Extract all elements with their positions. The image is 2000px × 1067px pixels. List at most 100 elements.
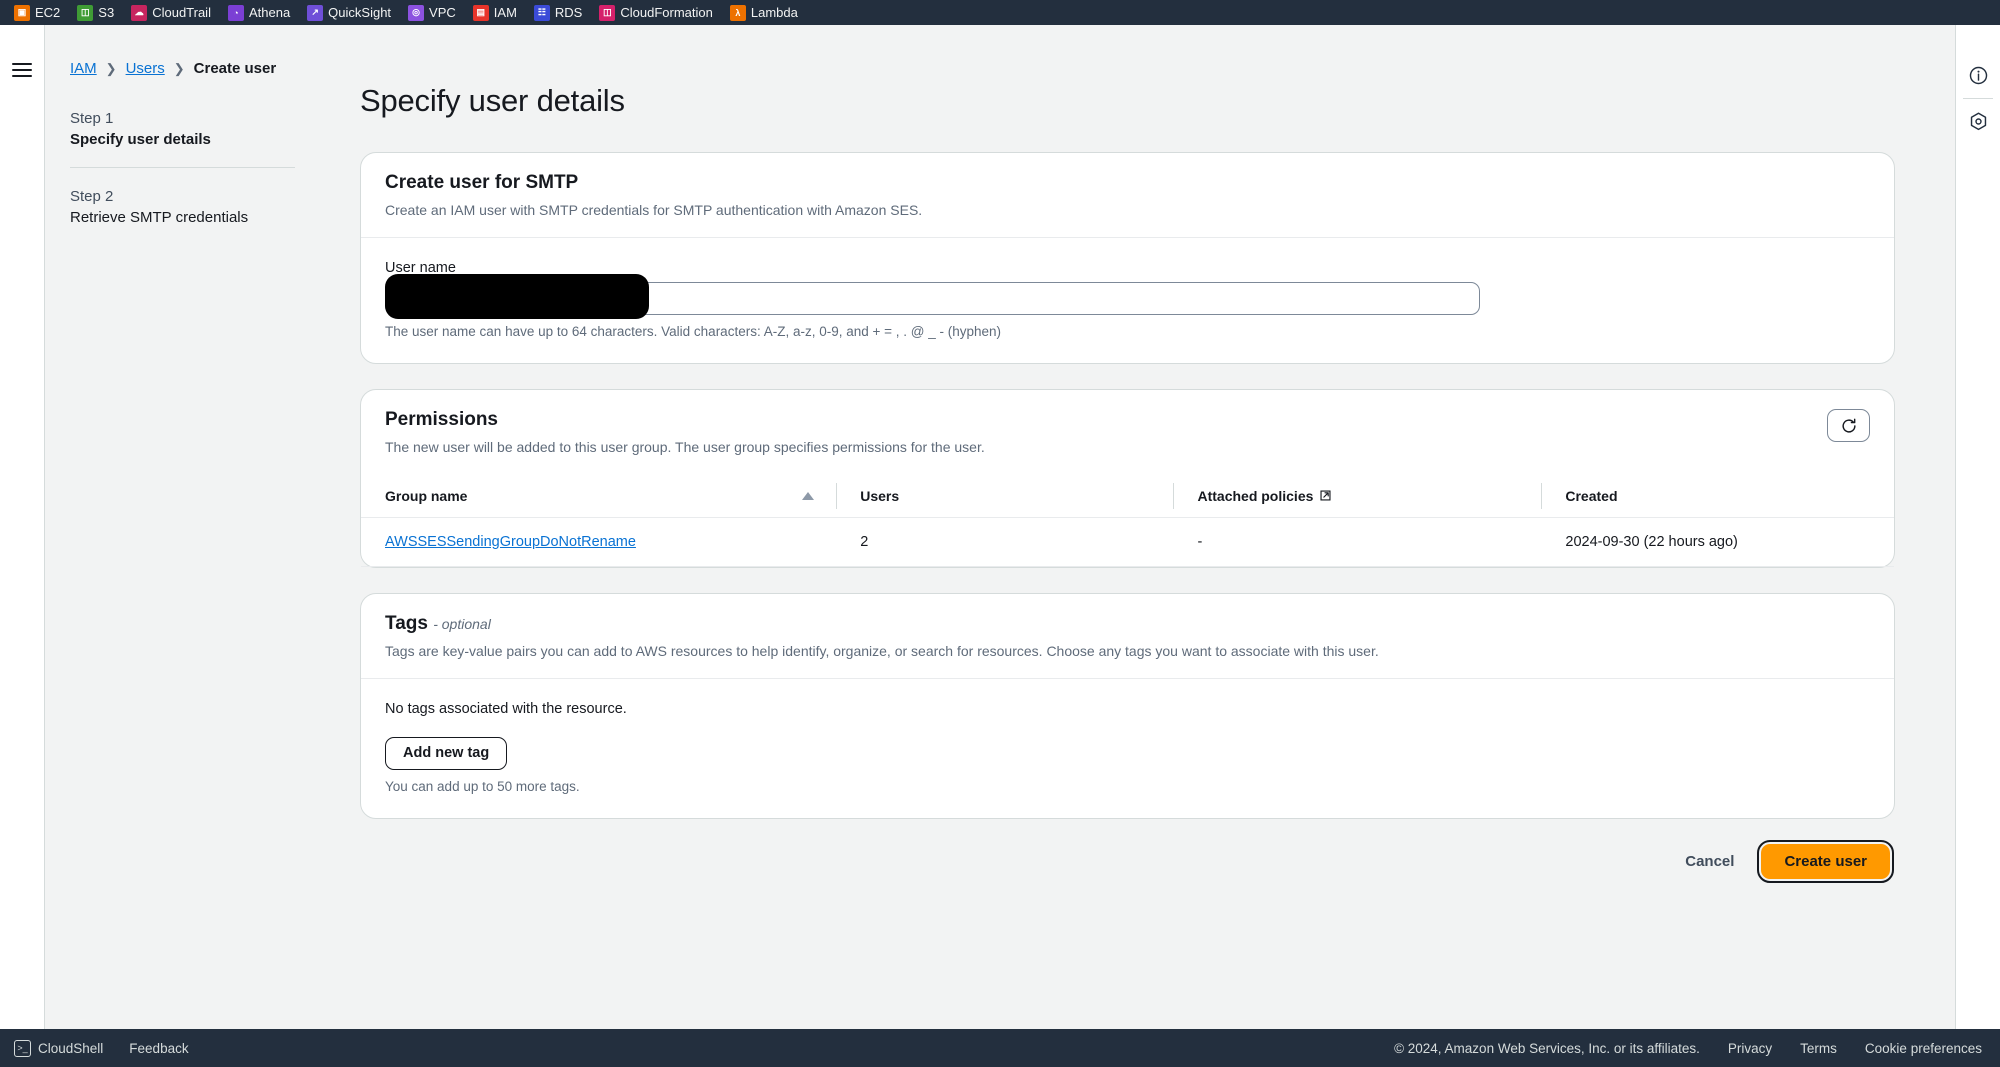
column-label: Group name: [385, 487, 468, 504]
table-header-row: Group name Users Attached policies Creat…: [361, 474, 1894, 518]
column-label: Created: [1565, 487, 1618, 504]
permissions-panel-description: The new user will be added to this user …: [385, 439, 985, 456]
column-header-group-name[interactable]: Group name: [361, 474, 837, 518]
bookmark-label: S3: [98, 5, 115, 20]
bookmark-quicksight[interactable]: ↗ QuickSight: [307, 4, 391, 21]
smtp-panel-description: Create an IAM user with SMTP credentials…: [385, 202, 923, 218]
tags-panel-body: No tags associated with the resource. Ad…: [361, 677, 1894, 818]
quicksight-icon: ↗: [307, 4, 324, 21]
create-user-smtp-panel: Create user for SMTP Create an IAM user …: [360, 152, 1895, 365]
iam-icon: ▤: [472, 4, 489, 21]
breadcrumb-users[interactable]: Users: [126, 60, 165, 77]
username-input-wrapper: [385, 274, 1870, 320]
feedback-link[interactable]: Feedback: [129, 1041, 188, 1056]
cell-users: 2: [836, 517, 1174, 567]
cookie-preferences-link[interactable]: Cookie preferences: [1865, 1041, 1982, 1056]
sort-ascending-icon: [802, 491, 815, 500]
column-header-attached-policies[interactable]: Attached policies: [1173, 474, 1542, 518]
external-link-icon: [1320, 490, 1331, 501]
lambda-icon: λ: [729, 4, 746, 21]
smtp-panel-header: Create user for SMTP Create an IAM user …: [361, 153, 1894, 239]
bookmark-cloudformation[interactable]: ◫ CloudFormation: [599, 4, 713, 21]
bookmark-label: RDS: [554, 5, 583, 20]
cancel-button[interactable]: Cancel: [1685, 853, 1734, 870]
cloudshell-terminal-icon: >_: [14, 1039, 31, 1057]
username-label: User name: [385, 260, 456, 277]
info-panel-button[interactable]: [1956, 53, 2000, 98]
app-shell: IAM ❯ Users ❯ Create user Step 1 Specify…: [0, 25, 2000, 1029]
cloudformation-icon: ◫: [599, 4, 616, 21]
cloudshell-label: CloudShell: [38, 1040, 104, 1056]
settings-hex-icon: [1970, 112, 1986, 131]
bookmark-label: Athena: [248, 5, 291, 20]
left-navigation-rail: [0, 25, 45, 1029]
athena-icon: ◔: [227, 4, 244, 21]
wizard-actions: Cancel Create user: [360, 839, 1895, 883]
group-name-link[interactable]: AWSSESSendingGroupDoNotRename: [385, 534, 636, 550]
table-row: AWSSESSendingGroupDoNotRename 2 - 2024-0…: [361, 517, 1894, 567]
cell-group-name: AWSSESSendingGroupDoNotRename: [361, 517, 837, 567]
bookmark-label: IAM: [493, 5, 517, 20]
s3-icon: ◫: [77, 4, 94, 21]
bookmark-label: Lambda: [750, 5, 798, 20]
wizard-step-2[interactable]: Step 2 Retrieve SMTP credentials: [70, 188, 295, 245]
cloudshell-button[interactable]: >_ CloudShell: [14, 1039, 104, 1057]
username-input[interactable]: [385, 282, 1480, 316]
username-field-group: User name The user name can have up to 6…: [361, 238, 1894, 363]
create-user-button[interactable]: Create user: [1757, 839, 1894, 883]
column-header-created[interactable]: Created: [1541, 474, 1894, 518]
terms-link[interactable]: Terms: [1800, 1041, 1837, 1056]
step-1-number: Step 1: [70, 110, 114, 127]
breadcrumb-current: Create user: [193, 60, 277, 77]
tags-panel: Tags - optional Tags are key-value pairs…: [360, 592, 1895, 819]
tags-panel-title: Tags - optional: [385, 613, 1870, 635]
info-icon: [1969, 66, 1987, 85]
user-groups-table: Group name Users Attached policies Creat…: [361, 474, 1894, 567]
bookmark-label: CloudTrail: [152, 5, 211, 20]
table-body: AWSSESSendingGroupDoNotRename 2 - 2024-0…: [361, 517, 1894, 567]
bookmark-label: EC2: [35, 5, 61, 20]
page-title: Specify user details: [360, 83, 625, 118]
smtp-panel-title: Create user for SMTP: [385, 172, 579, 193]
main-content: Specify user details Create user for SMT…: [315, 25, 1955, 1029]
tags-panel-header: Tags - optional Tags are key-value pairs…: [361, 594, 1894, 678]
bookmark-iam[interactable]: ▤ IAM: [472, 4, 517, 21]
cell-created: 2024-09-30 (22 hours ago): [1541, 517, 1894, 567]
wizard-step-1[interactable]: Step 1 Specify user details: [70, 110, 295, 168]
breadcrumb-iam[interactable]: IAM: [70, 60, 97, 77]
bookmark-rds[interactable]: ☷ RDS: [533, 4, 583, 21]
status-bar: >_ CloudShell Feedback © 2024, Amazon We…: [0, 1029, 2000, 1067]
bookmark-athena[interactable]: ◔ Athena: [227, 4, 291, 21]
permissions-panel-title: Permissions: [385, 409, 498, 431]
bookmark-s3[interactable]: ◫ S3: [77, 4, 115, 21]
column-label: Attached policies: [1197, 487, 1314, 504]
tags-panel-description: Tags are key-value pairs you can add to …: [385, 642, 1379, 659]
breadcrumb-separator-icon: ❯: [105, 60, 117, 76]
bookmark-vpc[interactable]: ◎ VPC: [408, 4, 456, 21]
bookmark-label: CloudFormation: [620, 5, 713, 20]
bookmark-lambda[interactable]: λ Lambda: [729, 4, 798, 21]
privacy-link[interactable]: Privacy: [1728, 1041, 1772, 1056]
table-header: Group name Users Attached policies Creat…: [361, 474, 1894, 518]
bookmark-ec2[interactable]: ▣ EC2: [14, 4, 61, 21]
bookmark-label: VPC: [429, 5, 456, 20]
column-header-users[interactable]: Users: [836, 474, 1174, 518]
step-2-number: Step 2: [70, 188, 114, 205]
copyright-text: © 2024, Amazon Web Services, Inc. or its…: [1394, 1040, 1700, 1056]
tags-optional-label: - optional: [433, 615, 491, 632]
refresh-button[interactable]: [1827, 409, 1870, 443]
bookmark-cloudtrail[interactable]: ☁ CloudTrail: [131, 4, 211, 21]
breadcrumb: IAM ❯ Users ❯ Create user: [70, 60, 315, 77]
vpc-icon: ◎: [408, 4, 425, 21]
hamburger-menu-icon[interactable]: [12, 63, 32, 81]
tags-empty-message: No tags associated with the resource.: [385, 700, 627, 717]
username-hint: The user name can have up to 64 characte…: [385, 324, 1002, 340]
rds-icon: ☷: [533, 4, 550, 21]
add-new-tag-button[interactable]: Add new tag: [385, 736, 508, 770]
cell-attached-policies: -: [1173, 517, 1542, 567]
tags-limit-hint: You can add up to 50 more tags.: [385, 778, 580, 794]
wizard-navigation: IAM ❯ Users ❯ Create user Step 1 Specify…: [45, 25, 315, 1029]
step-1-label: Specify user details: [70, 131, 211, 148]
settings-panel-button[interactable]: [1956, 99, 2000, 144]
permissions-panel-header: Permissions The new user will be added t…: [361, 390, 1894, 474]
